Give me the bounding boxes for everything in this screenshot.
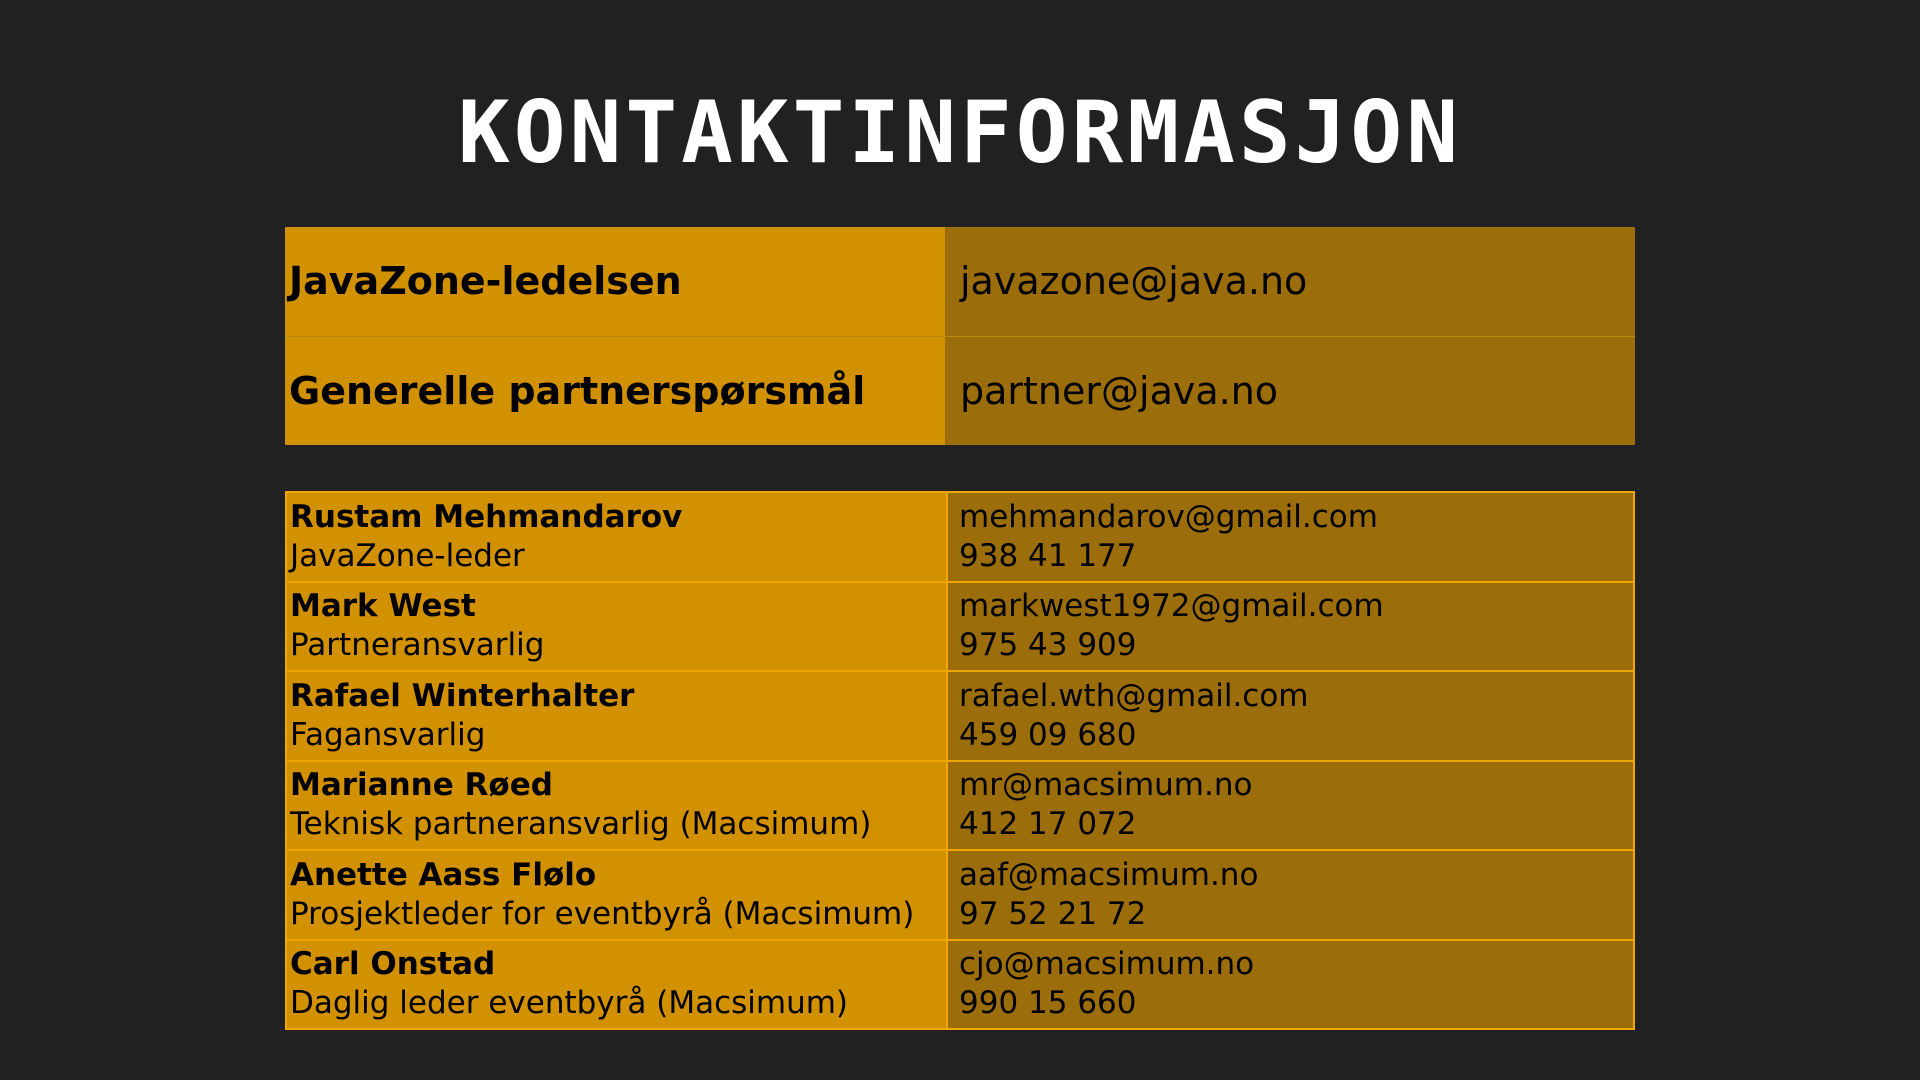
person-cell: Rustam Mehmandarov JavaZone-leder xyxy=(285,491,948,583)
person-cell: Marianne Røed Teknisk partneransvarlig (… xyxy=(285,759,948,851)
person-cell: Mark West Partneransvarlig xyxy=(285,580,948,672)
person-role: Fagansvarlig xyxy=(290,716,486,753)
person-contact-cell: markwest1972@gmail.com 975 43 909 xyxy=(946,580,1635,672)
person-name: Mark West xyxy=(290,588,476,625)
table-row: Carl Onstad Daglig leder eventbyrå (Macs… xyxy=(285,938,1635,1030)
people-contacts-table: Rustam Mehmandarov JavaZone-leder mehman… xyxy=(285,491,1635,1030)
person-name: Marianne Røed xyxy=(290,767,553,804)
person-email[interactable]: rafael.wth@gmail.com xyxy=(959,677,1632,716)
person-role: Prosjektleder for eventbyrå (Macsimum) xyxy=(290,895,915,932)
table-row: Mark West Partneransvarlig markwest1972@… xyxy=(285,580,1635,672)
table-row: Anette Aass Flølo Prosjektleder for even… xyxy=(285,849,1635,941)
general-label: Generelle partnerspørsmål xyxy=(285,335,945,445)
person-email[interactable]: mr@macsimum.no xyxy=(959,766,1632,805)
table-row: Rafael Winterhalter Fagansvarlig rafael.… xyxy=(285,670,1635,762)
person-email[interactable]: markwest1972@gmail.com xyxy=(959,587,1632,626)
person-role: Daglig leder eventbyrå (Macsimum) xyxy=(290,985,849,1022)
person-role: Teknisk partneransvarlig (Macsimum) xyxy=(290,806,872,843)
person-cell: Carl Onstad Daglig leder eventbyrå (Macs… xyxy=(285,938,948,1030)
person-phone: 990 15 660 xyxy=(959,985,1137,1022)
person-phone: 97 52 21 72 xyxy=(959,895,1147,932)
table-row: Marianne Røed Teknisk partneransvarlig (… xyxy=(285,759,1635,851)
page-title: KONTAKTINFORMASJON xyxy=(458,83,1462,183)
general-contacts-table: JavaZone-ledelsen javazone@java.no Gener… xyxy=(285,227,1635,445)
table-row: Generelle partnerspørsmål partner@java.n… xyxy=(285,335,1635,445)
person-cell: Anette Aass Flølo Prosjektleder for even… xyxy=(285,849,948,941)
general-email[interactable]: javazone@java.no xyxy=(945,227,1635,336)
person-contact-cell: rafael.wth@gmail.com 459 09 680 xyxy=(946,670,1635,762)
person-contact-cell: cjo@macsimum.no 990 15 660 xyxy=(946,938,1635,1030)
person-name: Carl Onstad xyxy=(290,946,496,983)
person-contact-cell: aaf@macsimum.no 97 52 21 72 xyxy=(946,849,1635,941)
person-name: Rafael Winterhalter xyxy=(290,677,635,714)
person-cell: Rafael Winterhalter Fagansvarlig xyxy=(285,670,948,762)
person-phone: 975 43 909 xyxy=(959,627,1137,664)
table-row: JavaZone-ledelsen javazone@java.no xyxy=(285,227,1635,336)
person-phone: 938 41 177 xyxy=(959,537,1137,574)
person-email[interactable]: aaf@macsimum.no xyxy=(959,856,1632,895)
person-name: Anette Aass Flølo xyxy=(290,856,597,893)
person-email[interactable]: mehmandarov@gmail.com xyxy=(959,498,1632,537)
person-email[interactable]: cjo@macsimum.no xyxy=(959,945,1632,984)
person-contact-cell: mehmandarov@gmail.com 938 41 177 xyxy=(946,491,1635,583)
person-contact-cell: mr@macsimum.no 412 17 072 xyxy=(946,759,1635,851)
general-label: JavaZone-ledelsen xyxy=(285,227,945,336)
person-role: JavaZone-leder xyxy=(290,537,525,574)
person-role: Partneransvarlig xyxy=(290,627,545,664)
person-phone: 459 09 680 xyxy=(959,716,1137,753)
person-name: Rustam Mehmandarov xyxy=(290,498,683,535)
person-phone: 412 17 072 xyxy=(959,806,1137,843)
general-email[interactable]: partner@java.no xyxy=(945,335,1635,445)
table-row: Rustam Mehmandarov JavaZone-leder mehman… xyxy=(285,491,1635,583)
